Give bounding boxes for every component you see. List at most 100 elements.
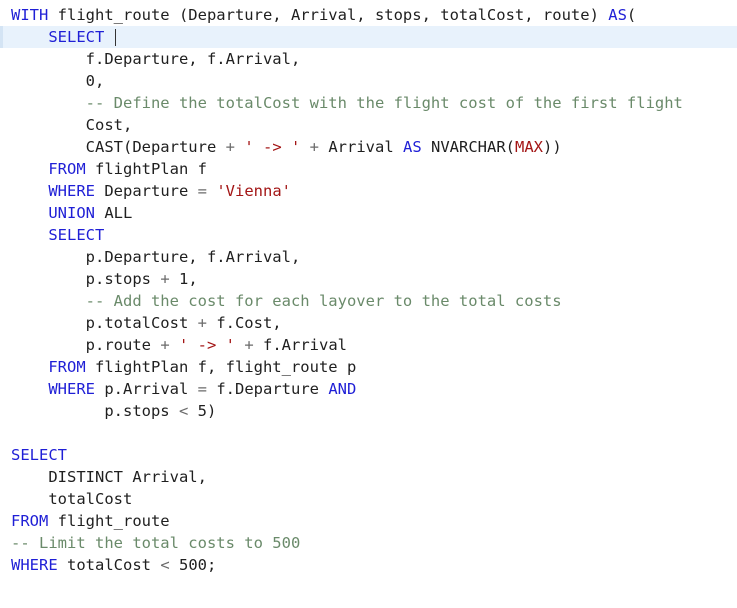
code-line[interactable]: p.route + ' -> ' + f.Arrival: [0, 334, 737, 356]
code-text: flight_route: [48, 512, 170, 530]
code-line[interactable]: -- Limit the total costs to 500: [0, 532, 737, 554]
operator: +: [309, 138, 320, 156]
code-text: f.Arrival: [253, 336, 348, 354]
code-text: Cost,: [11, 116, 133, 134]
string-literal: ' -> ': [244, 138, 301, 156]
code-text: 500;: [169, 556, 217, 574]
code-line[interactable]: WHERE p.Arrival = f.Departure AND: [0, 378, 737, 400]
code-line[interactable]: f.Departure, f.Arrival,: [0, 48, 737, 70]
sql-keyword: SELECT: [11, 446, 67, 464]
code-text: DISTINCT Arrival,: [11, 468, 207, 486]
code-line[interactable]: FROM flightPlan f, flight_route p: [0, 356, 737, 378]
code-text: flightPlan f, flight_route p: [85, 358, 357, 376]
sql-comment: -- Define the totalCost with the flight …: [85, 94, 683, 112]
sql-keyword: WITH: [11, 6, 49, 24]
code-text: 1,: [169, 270, 198, 288]
operator: +: [160, 270, 170, 288]
code-text: CAST(Departure: [11, 138, 226, 156]
code-line[interactable]: FROM flight_route: [0, 510, 737, 532]
operator: +: [244, 336, 254, 354]
code-text: )): [543, 138, 562, 156]
code-line[interactable]: -- Add the cost for each layover to the …: [0, 290, 737, 312]
code-line[interactable]: WITH flight_route (Departure, Arrival, s…: [0, 4, 737, 26]
code-text: flightPlan f: [85, 160, 207, 178]
code-line[interactable]: 0,: [0, 70, 737, 92]
code-text: totalCost: [11, 490, 133, 508]
code-text: 5): [188, 402, 217, 420]
code-line[interactable]: SELECT: [0, 444, 737, 466]
code-text: p.Arrival: [95, 380, 198, 398]
code-line[interactable]: p.stops < 5): [0, 400, 737, 422]
code-text: (: [626, 6, 637, 24]
sql-keyword: AND: [328, 380, 357, 398]
code-text: Arrival: [319, 138, 404, 156]
code-line[interactable]: SELECT: [0, 26, 737, 48]
operator: =: [197, 380, 207, 398]
code-line[interactable]: FROM flightPlan f: [0, 158, 737, 180]
code-line[interactable]: p.stops + 1,: [0, 268, 737, 290]
operator: <: [178, 402, 189, 420]
sql-keyword: AS: [403, 138, 422, 156]
code-line[interactable]: DISTINCT Arrival,: [0, 466, 737, 488]
code-line[interactable]: totalCost: [0, 488, 737, 510]
sql-code-editor[interactable]: WITH flight_route (Departure, Arrival, s…: [0, 0, 737, 608]
operator: =: [197, 182, 207, 200]
operator: +: [160, 336, 170, 354]
code-text: f.Cost,: [206, 314, 282, 332]
string-literal: 'Vienna': [216, 182, 291, 200]
code-text: p.route: [11, 336, 161, 354]
code-line[interactable]: [0, 422, 737, 444]
sql-keyword: UNION: [48, 204, 95, 222]
sql-keyword: WHERE: [11, 556, 58, 574]
code-line[interactable]: p.totalCost + f.Cost,: [0, 312, 737, 334]
code-text: ALL: [95, 204, 133, 222]
sql-keyword: FROM: [11, 512, 49, 530]
sql-comment: -- Limit the total costs to 500: [11, 534, 301, 552]
text-cursor: [114, 29, 116, 46]
code-text: NVARCHAR(: [421, 138, 516, 156]
code-line[interactable]: p.Departure, f.Arrival,: [0, 246, 737, 268]
operator: <: [160, 556, 170, 574]
code-line[interactable]: CAST(Departure + ' -> ' + Arrival AS NVA…: [0, 136, 737, 158]
code-line[interactable]: WHERE Departure = 'Vienna': [0, 180, 737, 202]
sql-keyword: WHERE: [48, 182, 95, 200]
sql-comment: -- Add the cost for each layover to the …: [85, 292, 562, 310]
operator: +: [225, 138, 235, 156]
code-text: p.Departure, f.Arrival,: [11, 248, 301, 266]
code-text: f.Departure, f.Arrival,: [11, 50, 301, 68]
string-literal: ' -> ': [179, 336, 235, 354]
operator: +: [197, 314, 207, 332]
code-line[interactable]: Cost,: [0, 114, 737, 136]
code-text: p.stops: [11, 270, 161, 288]
sql-keyword: FROM: [48, 160, 86, 178]
sql-keyword: FROM: [48, 358, 86, 376]
string-literal: MAX: [515, 138, 544, 156]
current-line-marker: [0, 26, 3, 48]
sql-keyword: WHERE: [48, 380, 95, 398]
code-line[interactable]: SELECT: [0, 224, 737, 246]
code-text: f.Departure: [207, 380, 329, 398]
code-text: flight_route (Departure, Arrival, stops,…: [48, 6, 609, 24]
sql-keyword: SELECT: [48, 28, 105, 46]
code-text: p.totalCost: [11, 314, 198, 332]
code-line[interactable]: WHERE totalCost < 500;: [0, 554, 737, 576]
code-line[interactable]: UNION ALL: [0, 202, 737, 224]
code-text: p.stops: [11, 402, 179, 420]
sql-keyword: AS: [608, 6, 627, 24]
code-text: Departure: [95, 182, 198, 200]
sql-keyword: SELECT: [48, 226, 105, 244]
code-line[interactable]: -- Define the totalCost with the flight …: [0, 92, 737, 114]
